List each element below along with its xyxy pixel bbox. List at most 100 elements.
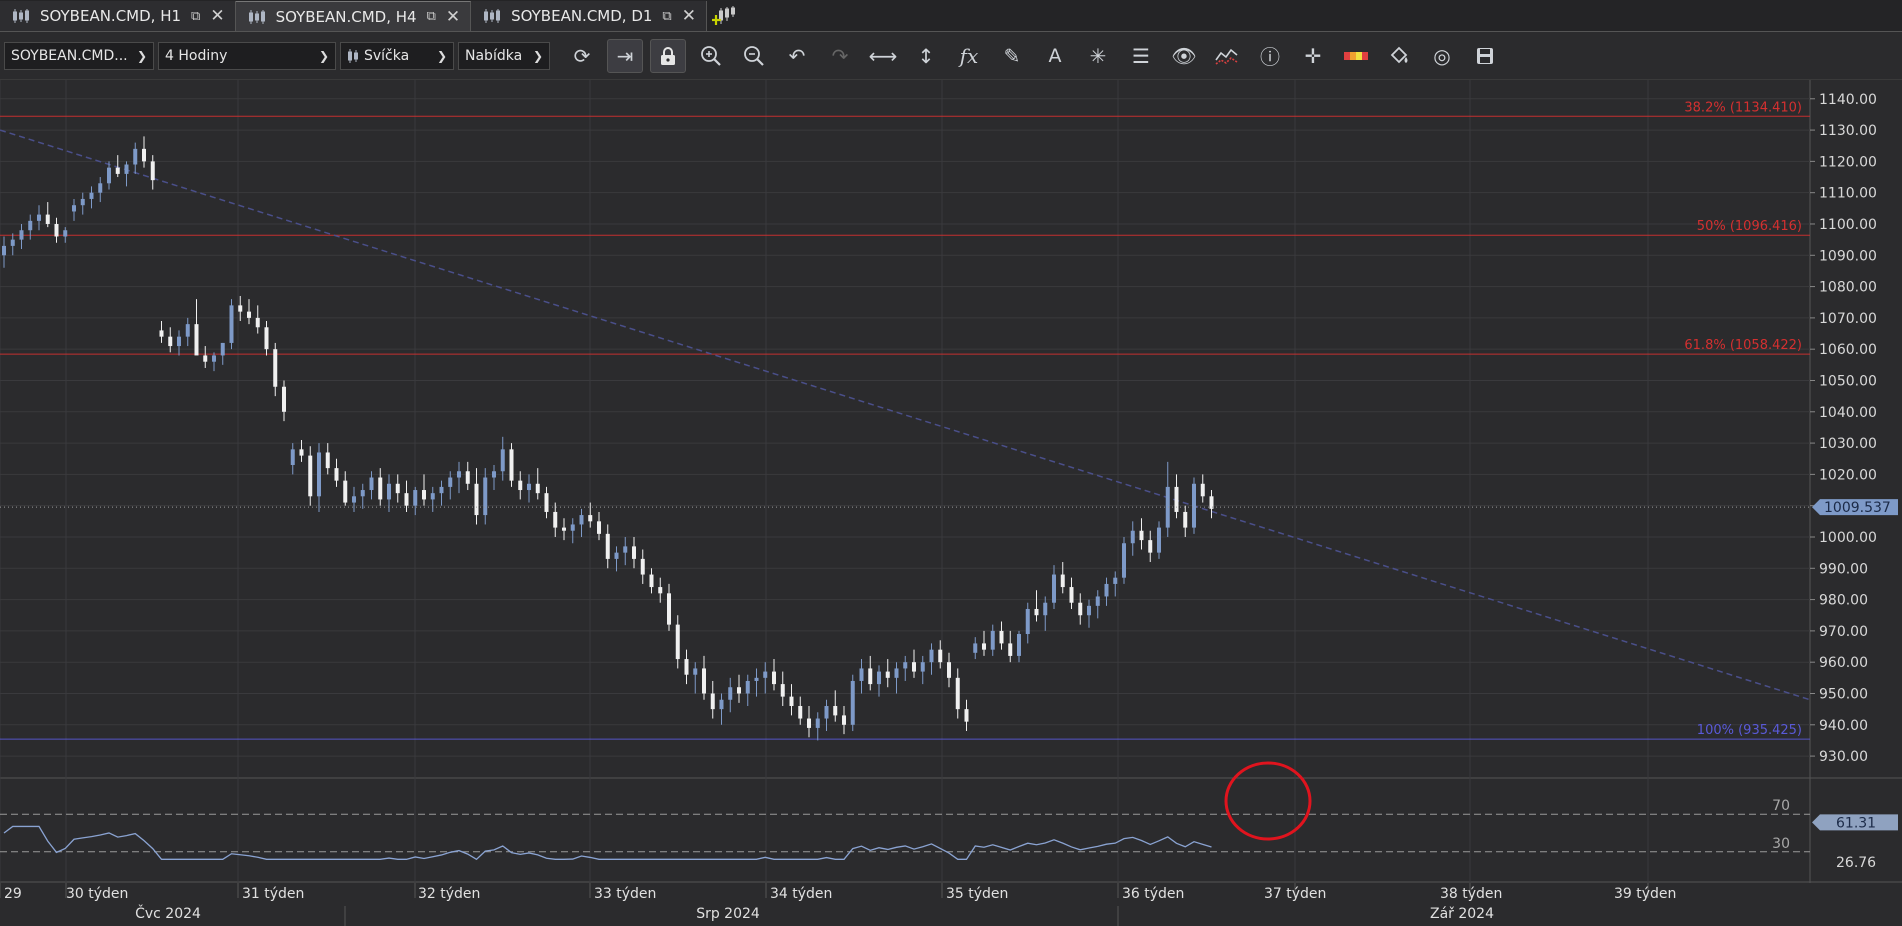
candle-body bbox=[1165, 486, 1170, 528]
redo-icon[interactable]: ↷ bbox=[822, 39, 858, 73]
timeframe-value: 4 Hodiny bbox=[165, 47, 228, 64]
candle-body bbox=[684, 659, 689, 675]
chart-area[interactable]: 38.2% (1134.410) 50% (1096.416) 61.8% (105… bbox=[0, 80, 1902, 926]
eye-icon[interactable]: 👁 bbox=[1166, 39, 1202, 73]
chart-canvas[interactable]: 38.2% (1134.410) 50% (1096.416) 61.8% (105… bbox=[0, 80, 1902, 926]
vertical-stretch-icon[interactable]: ↕ bbox=[908, 39, 944, 73]
popout-icon[interactable]: ⧉ bbox=[427, 9, 436, 24]
candle-body bbox=[1104, 583, 1109, 597]
snapshot-icon[interactable]: ◎ bbox=[1424, 39, 1460, 73]
timeframe-select[interactable]: 4 Hodiny ❯ bbox=[158, 41, 336, 70]
candle[interactable] bbox=[229, 299, 234, 350]
tab-soybean-h4[interactable]: SOYBEAN.CMD, H4 ⧉ ✕ bbox=[235, 1, 472, 31]
pencil-icon[interactable]: ✎ bbox=[994, 39, 1030, 73]
chart-toolbar: SOYBEAN.CMD... ❯ 4 Hodiny ❯ Svíčka ❯ Nab… bbox=[0, 32, 1902, 80]
tab-soybean-d1[interactable]: SOYBEAN.CMD, D1 ⧉ ✕ bbox=[471, 1, 707, 31]
candle-body bbox=[1043, 602, 1048, 616]
candle-body bbox=[448, 477, 453, 487]
candle-body bbox=[98, 183, 103, 193]
candle-body bbox=[1113, 577, 1118, 584]
popout-icon[interactable]: ⧉ bbox=[662, 9, 671, 24]
week-label: 32 týden bbox=[418, 886, 480, 902]
candle-body bbox=[264, 327, 269, 350]
rsi-axis-value: 26.76 bbox=[1836, 855, 1876, 871]
price-tick-label: 1040.00 bbox=[1819, 405, 1877, 421]
candle[interactable] bbox=[1192, 477, 1196, 534]
close-icon[interactable]: ✕ bbox=[446, 7, 460, 27]
candle-body bbox=[1157, 527, 1161, 553]
candle-body bbox=[255, 317, 260, 328]
candles-icon bbox=[12, 8, 30, 24]
month-label: Zář 2024 bbox=[1430, 906, 1494, 922]
candle-body bbox=[815, 718, 820, 728]
price-tick-label: 1080.00 bbox=[1819, 280, 1877, 296]
candle[interactable] bbox=[509, 443, 514, 487]
price-tick-label: 1130.00 bbox=[1819, 123, 1877, 139]
paint-bucket-icon[interactable] bbox=[1381, 39, 1417, 73]
lock-icon[interactable] bbox=[650, 38, 686, 73]
week-label: 30 týden bbox=[66, 886, 128, 902]
candle-body bbox=[833, 706, 838, 716]
close-icon[interactable]: ✕ bbox=[682, 6, 696, 26]
refresh-icon[interactable]: ⟳ bbox=[564, 39, 600, 73]
candle-body bbox=[807, 718, 811, 728]
candle-body bbox=[605, 533, 610, 559]
instrument-select[interactable]: SOYBEAN.CMD... ❯ bbox=[4, 41, 154, 70]
price-tick-label: 990.00 bbox=[1819, 561, 1868, 577]
info-icon[interactable]: ⓘ bbox=[1252, 39, 1288, 73]
time-axis[interactable]: 29 30 týden 31 týden 32 týden 33 týden 34 týd… bbox=[0, 883, 1902, 926]
candle-body bbox=[1034, 608, 1039, 616]
color-bar-icon[interactable] bbox=[1338, 39, 1374, 73]
candle[interactable] bbox=[850, 674, 855, 732]
chart-type-select[interactable]: Svíčka ❯ bbox=[340, 41, 454, 70]
candle-body bbox=[352, 496, 356, 503]
zoom-out-icon[interactable] bbox=[736, 39, 772, 73]
chevron-down-icon: ❯ bbox=[318, 48, 329, 63]
add-chart-button[interactable] bbox=[707, 1, 741, 31]
week-label: 37 týden bbox=[1264, 886, 1326, 902]
candle-body bbox=[63, 230, 68, 237]
current-price-value: 1009.537 bbox=[1824, 500, 1891, 516]
close-icon[interactable]: ✕ bbox=[210, 6, 224, 26]
zoom-in-icon[interactable] bbox=[693, 39, 729, 73]
candle-body bbox=[159, 330, 164, 337]
candle-body bbox=[955, 677, 960, 710]
candle-body bbox=[667, 593, 671, 625]
candle-body bbox=[343, 480, 348, 503]
compare-icon[interactable] bbox=[1209, 39, 1245, 73]
price-tick-label: 1140.00 bbox=[1819, 92, 1877, 108]
candle-body bbox=[973, 643, 978, 653]
candle-body bbox=[133, 148, 138, 165]
candle-body bbox=[492, 471, 496, 478]
pattern-icon[interactable]: ✳ bbox=[1080, 39, 1116, 73]
price-side-select[interactable]: Nabídka ❯ bbox=[458, 41, 550, 70]
candle-body bbox=[1025, 608, 1030, 635]
popout-icon[interactable]: ⧉ bbox=[191, 9, 200, 24]
candle-body bbox=[150, 161, 155, 181]
candle-body bbox=[553, 511, 558, 528]
text-icon[interactable]: A bbox=[1037, 39, 1073, 73]
layers-icon[interactable]: ☰ bbox=[1123, 39, 1159, 73]
undo-icon[interactable]: ↶ bbox=[779, 39, 815, 73]
candle-body bbox=[920, 662, 925, 672]
candle-body bbox=[562, 527, 566, 531]
candle-body bbox=[693, 668, 698, 675]
candle-body bbox=[780, 684, 785, 697]
candle-body bbox=[2, 245, 6, 256]
candle-body bbox=[290, 449, 295, 465]
candle-body bbox=[999, 630, 1004, 644]
candle[interactable] bbox=[1122, 536, 1126, 584]
candle-body bbox=[912, 662, 916, 672]
price-tick-label: 1070.00 bbox=[1819, 311, 1877, 327]
autoscroll-icon[interactable]: ⇥ bbox=[607, 38, 643, 73]
candle-body bbox=[719, 699, 724, 710]
save-icon[interactable] bbox=[1467, 39, 1503, 73]
horizontal-stretch-icon[interactable]: ⟷ bbox=[865, 39, 901, 73]
indicator-fx-icon[interactable]: fx bbox=[951, 39, 987, 73]
candle-body bbox=[1060, 574, 1065, 588]
candle-body bbox=[317, 452, 321, 497]
crosshair-icon[interactable]: ✛ bbox=[1295, 39, 1331, 73]
candle-body bbox=[640, 558, 645, 575]
candle-body bbox=[177, 336, 181, 347]
tab-soybean-h1[interactable]: SOYBEAN.CMD, H1 ⧉ ✕ bbox=[0, 1, 236, 31]
